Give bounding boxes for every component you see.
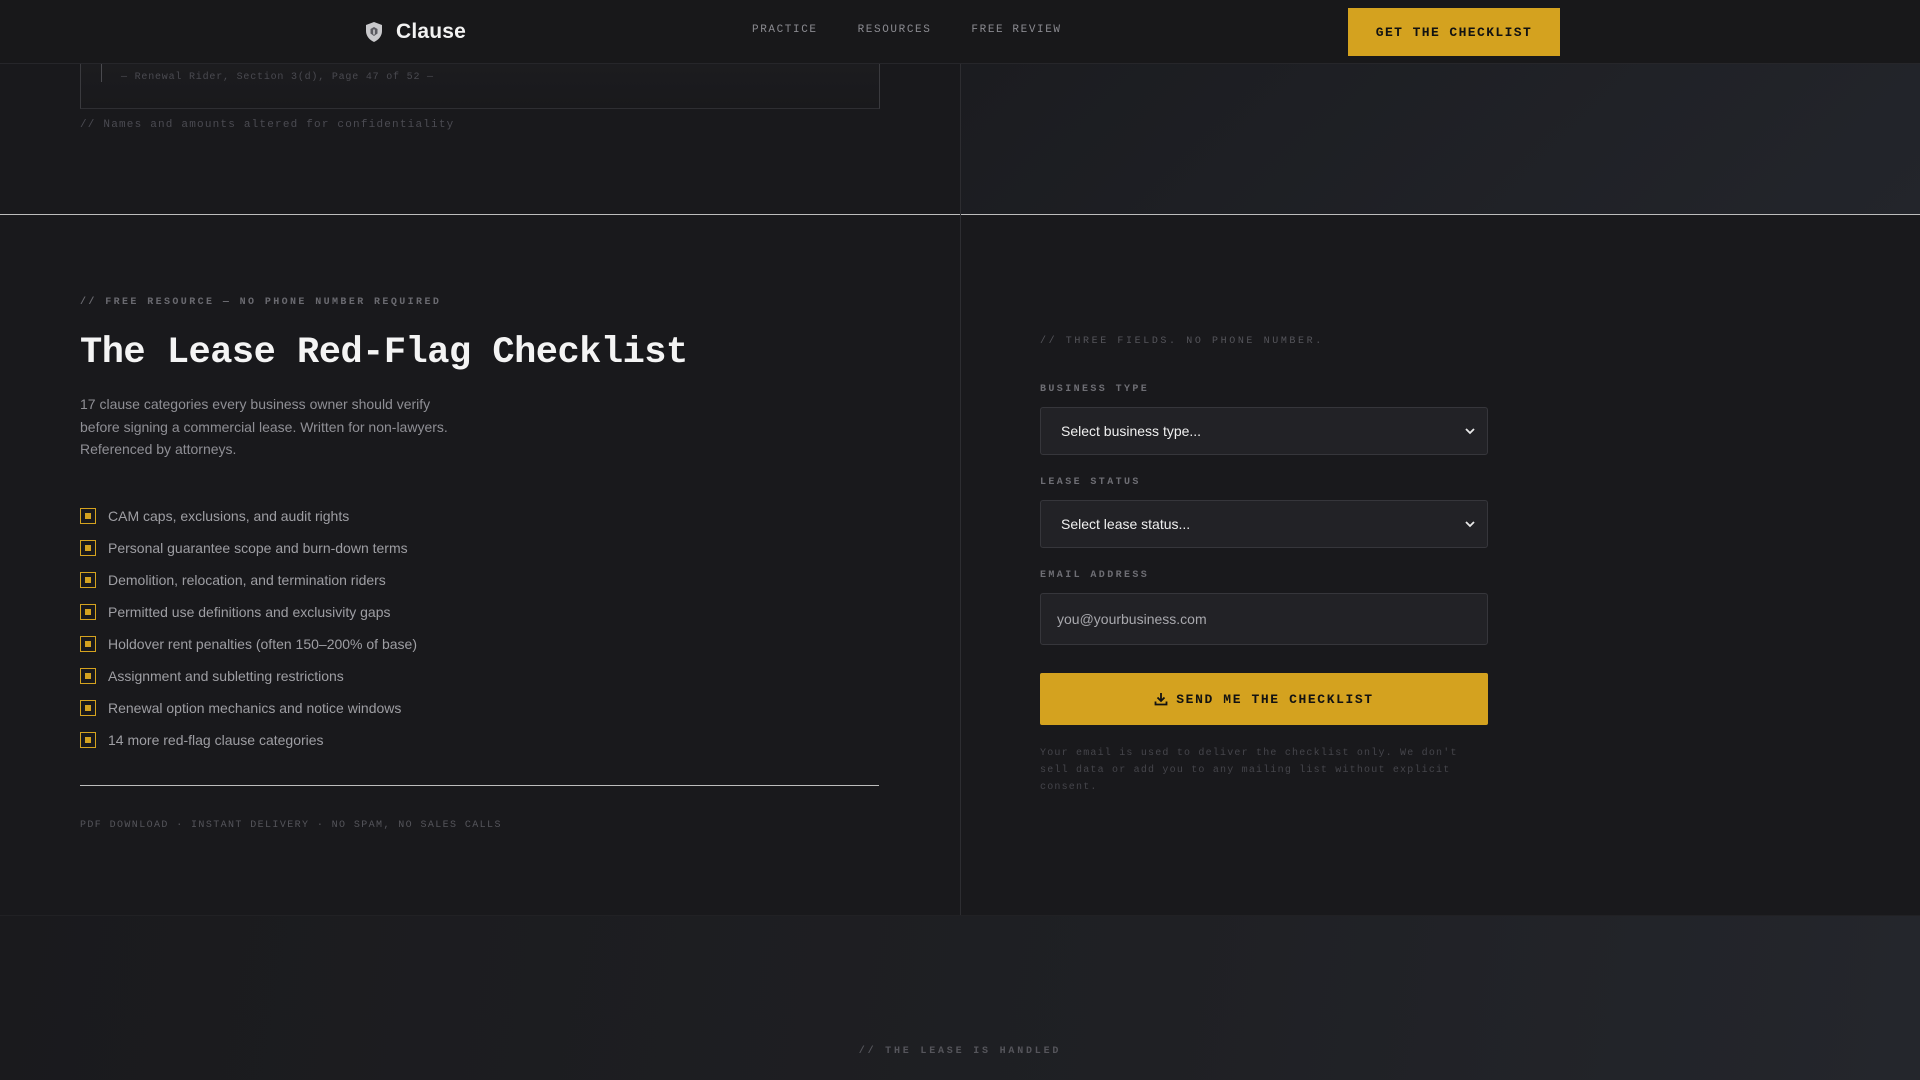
document-excerpt-frame: — Renewal Rider, Section 3(d), Page 47 o… bbox=[80, 64, 880, 109]
lease-status-select[interactable]: Select lease status... bbox=[1040, 500, 1488, 548]
page-title: The Lease Red-Flag Checklist bbox=[80, 332, 688, 374]
brand-name: Clause bbox=[396, 20, 467, 43]
checkbox-icon bbox=[80, 636, 96, 652]
top-nav: Clause PRACTICE RESOURCES FREE REVIEW GE… bbox=[0, 0, 1920, 64]
checklist: CAM caps, exclusions, and audit rights P… bbox=[80, 500, 417, 756]
list-item: Holdover rent penalties (often 150–200% … bbox=[80, 628, 417, 660]
list-item: Renewal option mechanics and notice wind… bbox=[80, 692, 417, 724]
checkbox-icon bbox=[80, 732, 96, 748]
list-item: 14 more red-flag clause categories bbox=[80, 724, 417, 756]
list-item-label: Personal guarantee scope and burn-down t… bbox=[108, 540, 408, 556]
checkbox-icon bbox=[80, 572, 96, 588]
list-item: Permitted use definitions and exclusivit… bbox=[80, 596, 417, 628]
email-label: EMAIL ADDRESS bbox=[1040, 570, 1150, 581]
hero-subtext: 17 clause categories every business owne… bbox=[80, 396, 448, 458]
checkbox-icon bbox=[80, 700, 96, 716]
business-type-select[interactable]: Select business type... bbox=[1040, 407, 1488, 455]
checkbox-icon bbox=[80, 508, 96, 524]
privacy-note: Your email is used to deliver the checkl… bbox=[1040, 748, 1458, 793]
list-item-label: Renewal option mechanics and notice wind… bbox=[108, 700, 402, 716]
download-icon bbox=[1154, 693, 1168, 706]
list-item: Demolition, relocation, and termination … bbox=[80, 564, 417, 596]
get-checklist-button[interactable]: GET THE CHECKLIST bbox=[1348, 8, 1560, 56]
nav-link-resources[interactable]: RESOURCES bbox=[858, 24, 932, 36]
nav-links: PRACTICE RESOURCES FREE REVIEW bbox=[752, 24, 1062, 36]
email-field[interactable] bbox=[1040, 593, 1488, 645]
list-item-label: Holdover rent penalties (often 150–200% … bbox=[108, 636, 417, 652]
shield-icon bbox=[366, 22, 382, 42]
list-item: CAM caps, exclusions, and audit rights bbox=[80, 500, 417, 532]
chevron-down-icon bbox=[1465, 521, 1475, 528]
nav-link-free-review[interactable]: FREE REVIEW bbox=[971, 24, 1061, 36]
content-divider bbox=[80, 785, 879, 786]
business-type-value: Select business type... bbox=[1061, 423, 1202, 439]
previous-section-panel bbox=[960, 64, 1920, 214]
brand[interactable]: Clause bbox=[364, 20, 466, 44]
list-item-label: Demolition, relocation, and termination … bbox=[108, 572, 386, 588]
lease-status-label: LEASE STATUS bbox=[1040, 477, 1141, 488]
next-section: // THE LEASE IS HANDLED bbox=[0, 915, 1920, 1080]
send-checklist-label: SEND ME THE CHECKLIST bbox=[1176, 691, 1374, 707]
list-item-label: Permitted use definitions and exclusivit… bbox=[108, 604, 391, 620]
nav-link-practice[interactable]: PRACTICE bbox=[752, 24, 818, 36]
list-item: Personal guarantee scope and burn-down t… bbox=[80, 532, 417, 564]
send-checklist-button[interactable]: SEND ME THE CHECKLIST bbox=[1040, 673, 1488, 725]
checklist-section: // FREE RESOURCE — NO PHONE NUMBER REQUI… bbox=[0, 64, 1920, 915]
delivery-footnote: PDF DOWNLOAD · INSTANT DELIVERY · NO SPA… bbox=[80, 820, 502, 831]
confidentiality-note: // Names and amounts altered for confide… bbox=[80, 119, 455, 131]
list-item-label: CAM caps, exclusions, and audit rights bbox=[108, 508, 350, 524]
list-item: Assignment and subletting restrictions bbox=[80, 660, 417, 692]
chevron-down-icon bbox=[1465, 428, 1475, 435]
document-margin-bar bbox=[101, 64, 102, 82]
checkbox-icon bbox=[80, 604, 96, 620]
hero-eyebrow: // FREE RESOURCE — NO PHONE NUMBER REQUI… bbox=[80, 297, 442, 308]
next-section-eyebrow: // THE LEASE IS HANDLED bbox=[858, 1046, 1062, 1057]
list-item-label: Assignment and subletting restrictions bbox=[108, 668, 344, 684]
lease-status-value: Select lease status... bbox=[1061, 516, 1191, 532]
checkbox-icon bbox=[80, 668, 96, 684]
business-type-label: BUSINESS TYPE bbox=[1040, 384, 1150, 395]
form-eyebrow: // THREE FIELDS. NO PHONE NUMBER. bbox=[1040, 336, 1324, 347]
column-divider bbox=[960, 64, 961, 915]
document-caption: — Renewal Rider, Section 3(d), Page 47 o… bbox=[121, 72, 434, 83]
list-item-label: 14 more red-flag clause categories bbox=[108, 732, 324, 748]
checkbox-icon bbox=[80, 540, 96, 556]
